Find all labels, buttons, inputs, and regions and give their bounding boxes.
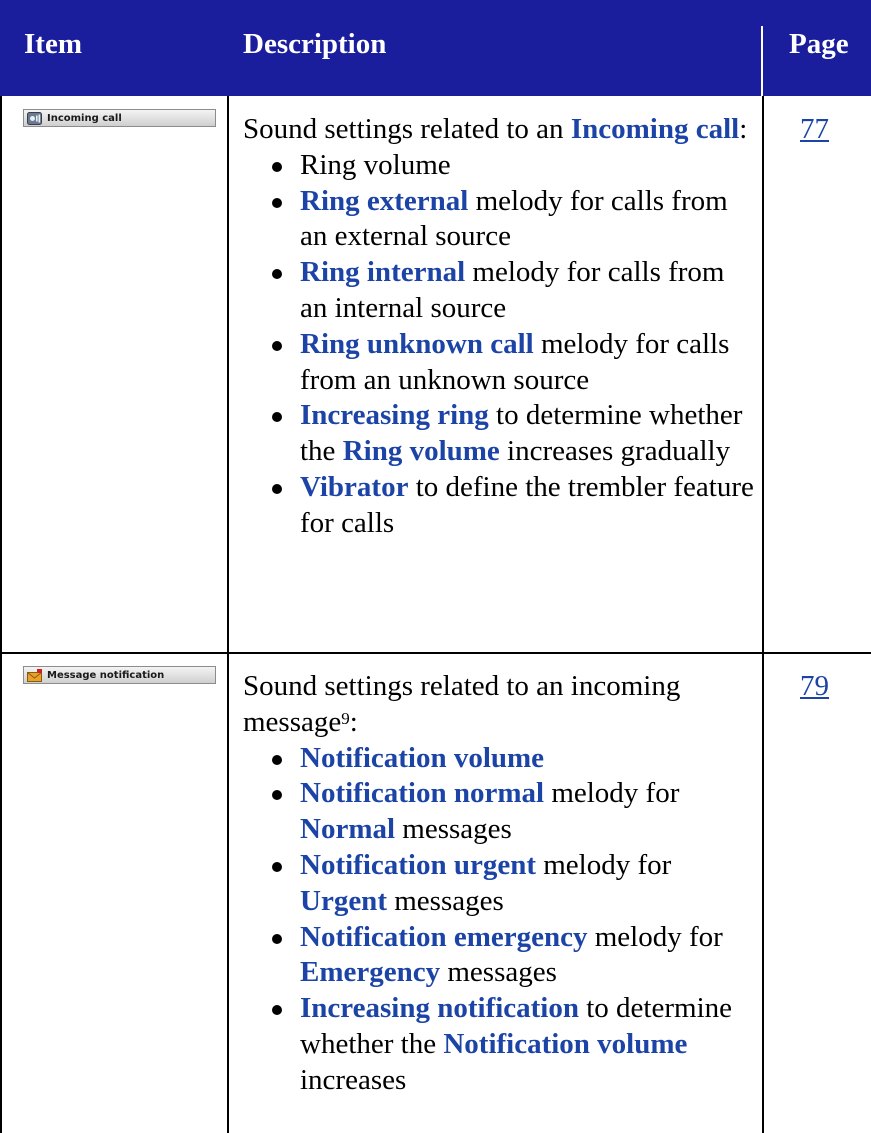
intro-suffix: : xyxy=(349,705,358,738)
bullet-list: Ring volume Ring external melody for cal… xyxy=(243,148,755,542)
item-label: Message notification xyxy=(47,669,165,681)
bullet-text: messages xyxy=(386,884,504,917)
bullet-keyword: Ring unknown call xyxy=(300,327,534,360)
table-header: Item Description Page xyxy=(0,0,871,96)
list-item: Ring external melody for calls from an e… xyxy=(243,184,755,256)
footnote-marker: 9 xyxy=(341,708,350,728)
bullet-text: melody for xyxy=(544,777,680,810)
envelope-notification-icon xyxy=(27,668,42,682)
intro-keyword: Incoming call xyxy=(570,113,740,145)
bullet-keyword: Increasing notification xyxy=(300,992,579,1025)
bullet-keyword: Notification emergency xyxy=(300,920,588,953)
column-divider-item xyxy=(227,96,229,1133)
list-item: Notification normal melody for Normal me… xyxy=(243,776,755,848)
description-cell: Sound settings related to an incoming me… xyxy=(243,669,755,1099)
phone-speaker-icon xyxy=(27,111,42,125)
bullet-keyword: Notification volume xyxy=(443,1027,688,1060)
bullet-text: melody for xyxy=(536,848,672,881)
bullet-text: messages xyxy=(440,956,557,989)
bullet-keyword: Ring internal xyxy=(300,256,466,289)
list-item: Notification volume xyxy=(243,741,755,777)
list-item: Increasing notification to determine whe… xyxy=(243,991,755,1098)
bullet-text: melody for xyxy=(587,920,723,953)
list-item: Notification emergency melody for Emerge… xyxy=(243,920,755,992)
list-item: Ring internal melody for calls from an i… xyxy=(243,255,755,327)
bullet-keyword: Vibrator xyxy=(300,470,409,503)
bullet-keyword: Ring external xyxy=(300,184,469,217)
list-item: Increasing ring to determine whether the… xyxy=(243,398,755,470)
item-label: Incoming call xyxy=(47,112,122,124)
bullet-keyword: Ring volume xyxy=(342,435,500,468)
intro-prefix: Sound settings related to an xyxy=(243,113,571,145)
page-link[interactable]: 77 xyxy=(800,112,829,148)
row-divider xyxy=(0,652,871,654)
bullet-keyword: Normal xyxy=(300,813,396,846)
list-item: Ring unknown call melody for calls from … xyxy=(243,327,755,399)
intro-suffix: : xyxy=(739,113,748,145)
description-cell: Sound settings related to an Incoming ca… xyxy=(243,112,755,542)
page-link[interactable]: 79 xyxy=(800,669,829,705)
bullet-keyword: Emergency xyxy=(300,956,441,989)
bullet-keyword: Increasing ring xyxy=(300,399,489,432)
header-page: Page xyxy=(789,28,849,60)
bullet-keyword: Notification normal xyxy=(300,777,545,810)
list-item: Vibrator to define the trembler feature … xyxy=(243,470,755,542)
bullet-text: increases gradually xyxy=(499,435,731,468)
bullet-text: messages xyxy=(395,813,512,846)
bullet-keyword: Notification volume xyxy=(300,741,545,774)
bullet-keyword: Urgent xyxy=(300,884,387,917)
column-divider-page xyxy=(762,96,764,1133)
table-border-left xyxy=(0,96,2,1133)
bullet-keyword: Notification urgent xyxy=(300,848,536,881)
intro-text: Sound settings related to an incoming me… xyxy=(243,669,755,741)
list-item: Ring volume xyxy=(243,148,755,184)
header-description: Description xyxy=(243,28,387,60)
intro-text: Sound settings related to an Incoming ca… xyxy=(243,112,755,148)
bullet-text: increases xyxy=(300,1063,407,1096)
message-notification-item: Message notification xyxy=(23,666,216,684)
bullet-text: Ring volume xyxy=(300,148,451,181)
incoming-call-item: Incoming call xyxy=(23,109,216,127)
list-item: Notification urgent melody for Urgent me… xyxy=(243,848,755,920)
bullet-list: Notification volume Notification normal … xyxy=(243,741,755,1099)
intro-prefix: Sound settings related to an incoming me… xyxy=(243,670,681,738)
header-divider xyxy=(761,26,763,96)
header-item: Item xyxy=(24,28,82,60)
